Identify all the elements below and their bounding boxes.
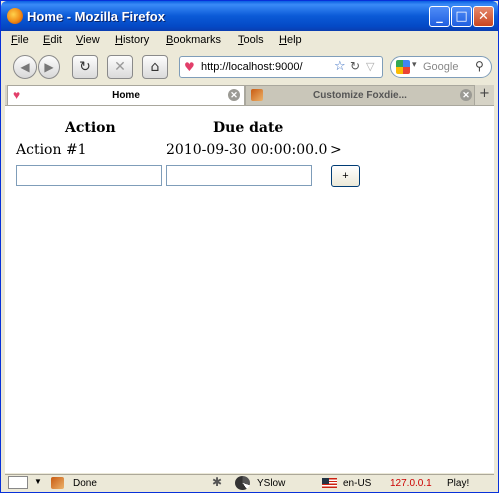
search-bar[interactable]: ▾ Google ⚲ [390, 56, 492, 78]
url-text[interactable]: http://localhost:9000/ [201, 61, 303, 73]
menu-help[interactable]: Help [279, 34, 302, 46]
inspect-picker-icon[interactable] [8, 476, 28, 489]
search-go-icon[interactable]: ⚲ [475, 59, 484, 73]
menu-bar: File Edit View History Bookmarks Tools H… [5, 31, 494, 51]
url-bar[interactable]: ♥ http://localhost:9000/ ☆ ↻ ▽ [179, 56, 383, 78]
picker-dropdown-icon[interactable]: ▼ [34, 477, 42, 486]
yslow-label[interactable]: YSlow [257, 478, 285, 489]
reload-button[interactable]: ↻ [72, 55, 98, 79]
menu-edit[interactable]: Edit [43, 34, 62, 46]
menu-view[interactable]: View [76, 34, 100, 46]
tab-home[interactable]: ♥ Home ✕ [7, 85, 245, 105]
play-label[interactable]: Play! [447, 478, 469, 489]
maximize-button[interactable]: □ [451, 6, 472, 27]
back-arrow-icon: ◀ [20, 60, 30, 74]
tab-strip: ♥ Home ✕ Customize Foxdie... ✕ + [5, 85, 494, 106]
browser-window: Home - Mozilla Firefox _ □ ✕ File Edit V… [0, 0, 499, 493]
menu-bookmarks[interactable]: Bookmarks [166, 34, 221, 46]
tab-close-icon[interactable]: ✕ [228, 89, 240, 101]
header-due-date: Due date [213, 120, 284, 136]
locale-label[interactable]: en-US [343, 478, 371, 489]
menu-file[interactable]: File [11, 34, 29, 46]
menu-tools[interactable]: Tools [238, 34, 264, 46]
row-due-date: 2010-09-30 00:00:00.0 [166, 142, 328, 158]
home-button[interactable]: ⌂ [142, 55, 168, 79]
firebug-icon[interactable]: ✱ [212, 475, 222, 489]
tab-close-icon[interactable]: ✕ [460, 89, 472, 101]
row-action: Action #1 [16, 142, 87, 158]
action-input[interactable] [16, 165, 162, 186]
home-icon: ⌂ [150, 59, 160, 75]
ip-address: 127.0.0.1 [390, 478, 432, 489]
foxdie-icon[interactable] [51, 477, 64, 489]
row-detail-link[interactable]: > [330, 142, 342, 158]
status-bar: ▼ Done ✱ YSlow en-US 127.0.0.1 Play! [5, 474, 494, 492]
site-favicon-icon: ♥ [184, 60, 195, 74]
menu-history[interactable]: History [115, 34, 149, 46]
close-button[interactable]: ✕ [473, 6, 494, 27]
page-content: Action Due date Action #1 2010-09-30 00:… [5, 106, 494, 473]
navigation-toolbar: ◀ ▶ ↻ ✕ ⌂ ♥ http://localhost:9000/ ☆ ↻ ▽… [5, 51, 494, 83]
header-action: Action [65, 120, 116, 136]
bookmark-star-icon[interactable]: ☆ [334, 59, 346, 74]
google-logo-icon[interactable] [396, 60, 410, 74]
reload-icon: ↻ [79, 59, 91, 75]
status-text: Done [73, 478, 97, 489]
firefox-logo-icon [7, 8, 23, 24]
new-tab-button[interactable]: + [479, 86, 490, 101]
window-title: Home - Mozilla Firefox [27, 9, 165, 24]
tab-customize-foxdie[interactable]: Customize Foxdie... ✕ [245, 85, 475, 105]
add-button[interactable]: + [331, 165, 360, 187]
tab-customize-label: Customize Foxdie... [313, 90, 407, 101]
url-dropdown-icon[interactable]: ▽ [366, 60, 374, 73]
back-button[interactable]: ◀ [13, 55, 37, 79]
forward-button[interactable]: ▶ [38, 55, 60, 79]
due-date-input[interactable] [166, 165, 312, 186]
forward-arrow-icon: ▶ [44, 60, 54, 74]
yslow-icon[interactable] [235, 476, 250, 490]
title-bar[interactable]: Home - Mozilla Firefox _ □ ✕ [1, 1, 498, 31]
us-flag-icon [322, 478, 337, 488]
search-placeholder[interactable]: Google [423, 61, 458, 73]
stop-button[interactable]: ✕ [107, 55, 133, 79]
tab-home-label: Home [112, 90, 140, 101]
stop-icon: ✕ [114, 59, 126, 75]
url-reload-icon[interactable]: ↻ [350, 59, 360, 73]
minimize-button[interactable]: _ [429, 6, 450, 27]
engine-dropdown-icon[interactable]: ▾ [412, 60, 417, 70]
